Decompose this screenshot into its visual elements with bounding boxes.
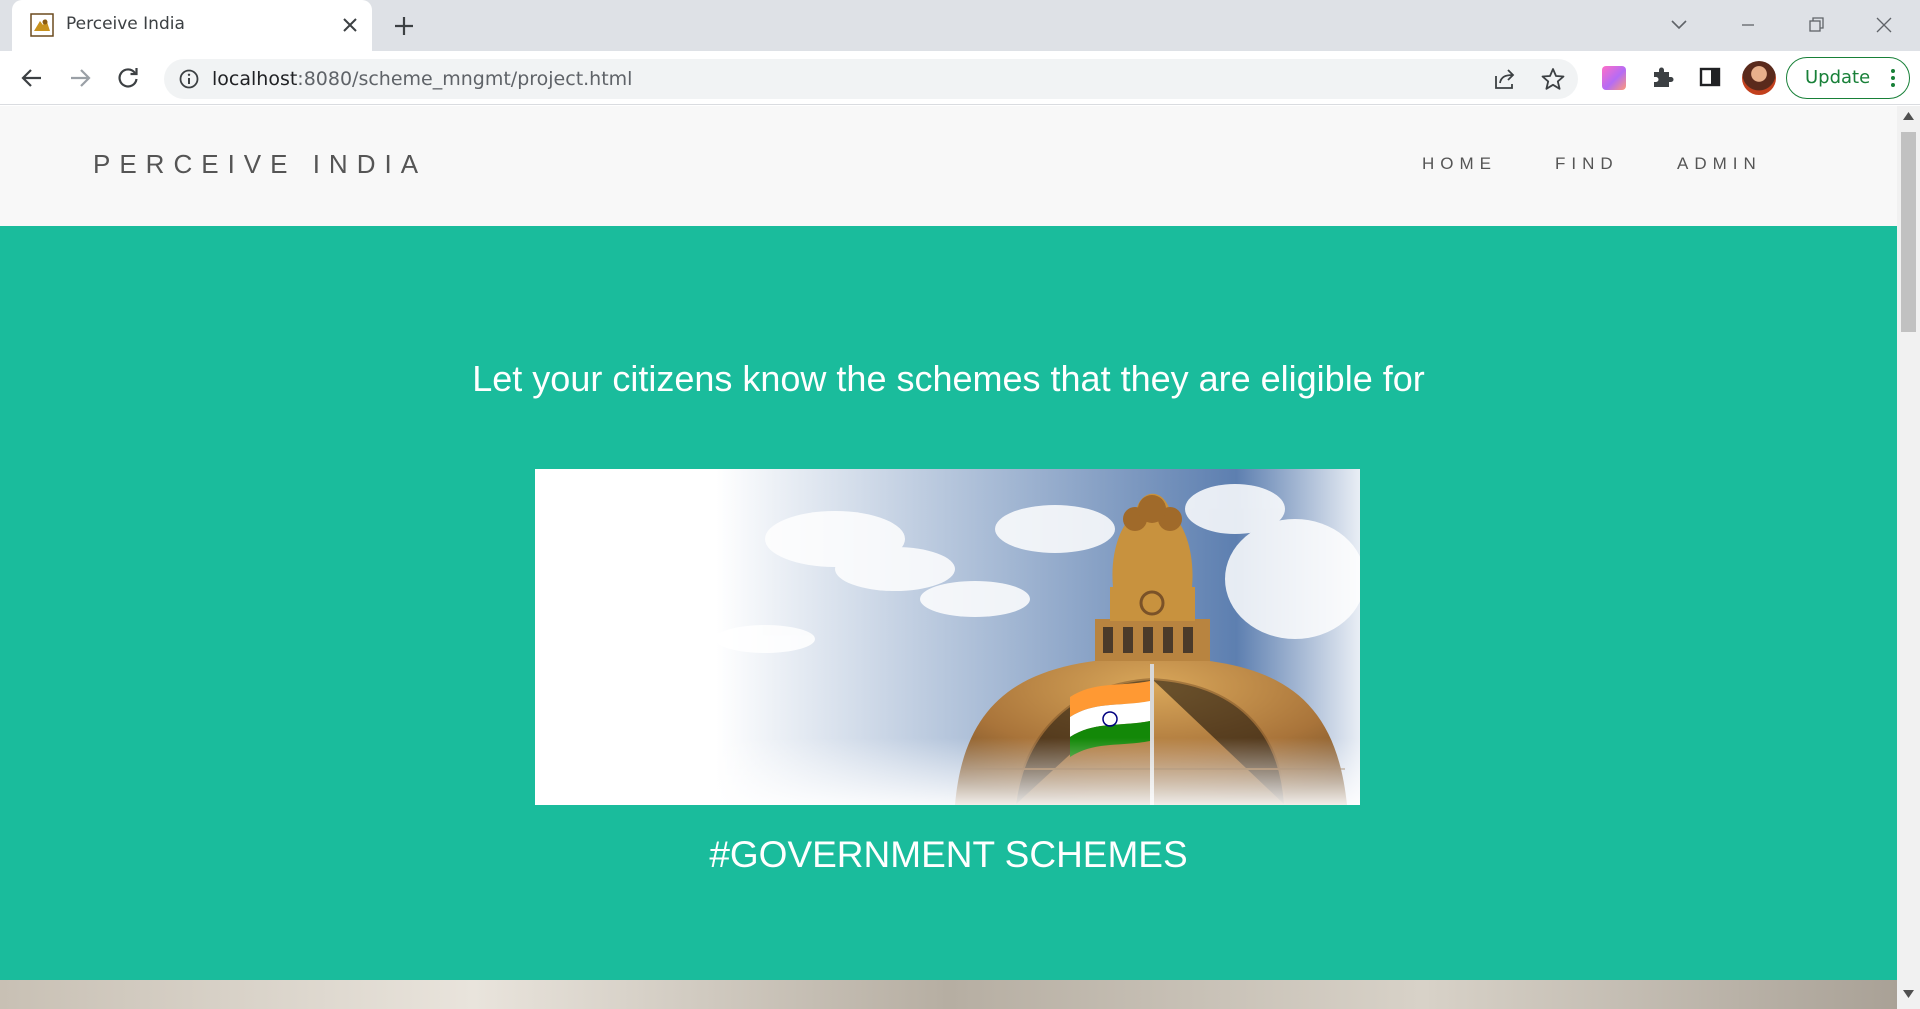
minimize-icon[interactable] xyxy=(1733,10,1763,40)
tab-strip: Perceive India xyxy=(0,0,1920,51)
tab-title: Perceive India xyxy=(66,14,185,34)
browser-toolbar: localhost:8080/scheme_mngmt/project.html xyxy=(0,51,1920,105)
hero-section: Let your citizens know the schemes that … xyxy=(0,226,1897,1009)
close-icon[interactable] xyxy=(338,13,362,37)
scrollbar[interactable] xyxy=(1897,106,1920,1009)
url-text[interactable]: localhost:8080/scheme_mngmt/project.html xyxy=(212,68,632,90)
browser-tab[interactable]: Perceive India xyxy=(12,0,372,51)
emblem-favicon-icon xyxy=(30,13,54,37)
url-path: :8080/scheme_mngmt/project.html xyxy=(297,68,633,90)
scroll-up-arrow-icon[interactable] xyxy=(1903,112,1914,120)
parliament-emblem-image xyxy=(535,469,1360,805)
window-close-icon[interactable] xyxy=(1869,10,1899,40)
update-button[interactable]: Update xyxy=(1786,57,1910,99)
puzzle-icon[interactable] xyxy=(1648,63,1676,91)
hero-hashtag: #GOVERNMENT SCHEMES xyxy=(709,834,1188,875)
update-label: Update xyxy=(1805,67,1871,88)
chevron-down-icon[interactable] xyxy=(1667,12,1691,36)
address-bar[interactable]: localhost:8080/scheme_mngmt/project.html xyxy=(164,59,1578,99)
nav-home-link[interactable]: HOME xyxy=(1422,154,1497,174)
hero-image xyxy=(535,469,1360,805)
info-icon[interactable] xyxy=(178,68,200,90)
page-viewport: PERCEIVE INDIA HOME FIND ADMIN Let your … xyxy=(0,106,1897,1009)
hero-tagline: Let your citizens know the schemes that … xyxy=(472,358,1425,399)
arrow-right-icon[interactable] xyxy=(66,64,94,92)
nav-find-link[interactable]: FIND xyxy=(1555,154,1619,174)
scroll-down-arrow-icon[interactable] xyxy=(1903,990,1914,998)
scrollbar-thumb[interactable] xyxy=(1901,132,1916,332)
avatar[interactable] xyxy=(1742,61,1776,95)
star-icon[interactable] xyxy=(1540,66,1566,92)
plus-icon[interactable] xyxy=(390,12,418,40)
next-section-preview xyxy=(0,980,1897,1009)
share-icon[interactable] xyxy=(1492,66,1518,92)
restore-icon[interactable] xyxy=(1801,10,1831,40)
color-extension-icon[interactable] xyxy=(1602,66,1626,90)
brand-link[interactable]: PERCEIVE INDIA xyxy=(93,149,427,180)
kebab-menu-icon[interactable] xyxy=(1883,67,1903,89)
arrow-left-icon[interactable] xyxy=(18,64,46,92)
url-host: localhost xyxy=(212,68,298,90)
reload-icon[interactable] xyxy=(114,64,142,92)
site-navbar: PERCEIVE INDIA HOME FIND ADMIN xyxy=(0,106,1897,226)
nav-admin-link[interactable]: ADMIN xyxy=(1677,154,1762,174)
side-panel-icon[interactable] xyxy=(1696,63,1724,91)
